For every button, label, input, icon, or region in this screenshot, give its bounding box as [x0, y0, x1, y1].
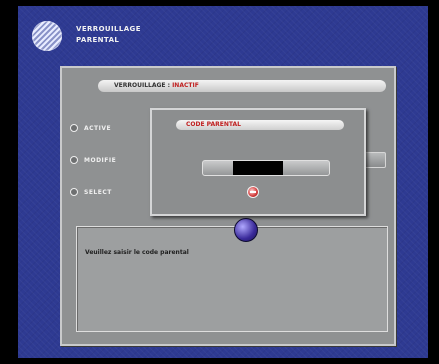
dialog-title: CODE PARENTAL	[176, 120, 344, 130]
option-label: SELECT	[84, 188, 112, 196]
radio-icon[interactable]	[70, 124, 78, 132]
app-title: VERROUILLAGE PARENTAL	[76, 24, 141, 46]
validate-button[interactable]	[247, 186, 259, 198]
app-title-line1: VERROUILLAGE	[76, 25, 141, 33]
info-text: Veuillez saisir le code parental	[85, 249, 189, 256]
radio-icon[interactable]	[70, 156, 78, 164]
app-title-line2: PARENTAL	[76, 36, 120, 44]
option-label: ACTIVE	[84, 124, 112, 132]
code-dialog: CODE PARENTAL	[150, 108, 366, 216]
status-value: INACTIF	[172, 82, 199, 89]
globe-logo-icon	[32, 21, 62, 51]
status-bar: VERROUILLAGE : INACTIF	[98, 80, 386, 92]
option-active[interactable]: ACTIVE	[70, 124, 111, 132]
code-input[interactable]	[202, 160, 330, 176]
status-label: VERROUILLAGE :	[114, 82, 173, 89]
option-label: MODIFIE	[84, 156, 117, 164]
option-select[interactable]: SELECT	[70, 188, 112, 196]
radio-icon[interactable]	[70, 188, 78, 196]
option-modify[interactable]: MODIFIE	[70, 156, 116, 164]
code-mask	[233, 161, 283, 175]
info-box: Veuillez saisir le code parental	[76, 226, 388, 332]
purple-orb-icon	[234, 218, 258, 242]
